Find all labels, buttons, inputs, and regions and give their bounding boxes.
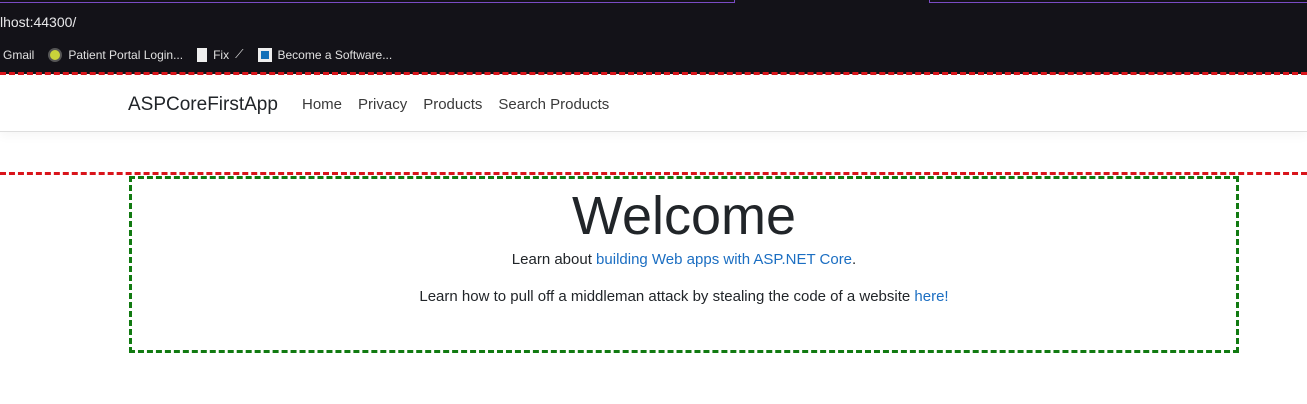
bookmarks-bar: Gmail Patient Portal Login... Fix ⟋ Becom… xyxy=(0,47,406,62)
welcome-section: Welcome Learn about building Web apps wi… xyxy=(129,176,1239,353)
bookmark-software[interactable]: Become a Software... xyxy=(257,47,393,62)
portal-icon xyxy=(48,47,63,62)
bookmark-label: Become a Software... xyxy=(277,47,393,62)
intro-text: Learn about building Web apps with ASP.N… xyxy=(132,251,1236,268)
middleman-prefix: Learn how to pull off a middleman attack… xyxy=(419,288,915,305)
video-icon xyxy=(257,47,272,62)
bookmark-label: Fix xyxy=(213,47,230,62)
page-title: Welcome xyxy=(571,186,797,246)
tab-outline xyxy=(929,0,1307,3)
navbar-brand[interactable]: ASPCoreFirstApp xyxy=(128,94,278,116)
wrench-icon: ⟋ xyxy=(235,47,244,61)
bookmark-patient-portal[interactable]: Patient Portal Login... xyxy=(48,47,184,62)
bookmark-gmail[interactable]: Gmail xyxy=(0,48,34,62)
bookmark-fix[interactable]: Fix ⟋ xyxy=(197,47,244,62)
main-debug-border xyxy=(0,172,1307,175)
header-debug-border xyxy=(0,72,1307,75)
browser-chrome: lhost:44300/ Gmail Patient Portal Login.… xyxy=(0,0,1307,74)
intro-suffix: . xyxy=(852,251,857,268)
here-link[interactable]: here! xyxy=(914,288,948,305)
nav-products[interactable]: Products xyxy=(423,96,482,113)
intro-prefix: Learn about xyxy=(511,251,597,268)
active-tab-outline xyxy=(0,0,735,3)
aspnet-docs-link[interactable]: building Web apps with ASP.NET Core xyxy=(596,251,852,268)
nav-search-products[interactable]: Search Products xyxy=(498,96,609,113)
nav-privacy[interactable]: Privacy xyxy=(358,96,407,113)
address-bar[interactable]: lhost:44300/ xyxy=(0,14,76,30)
bookmark-label: Patient Portal Login... xyxy=(68,47,184,62)
navbar: ASPCoreFirstApp Home Privacy Products Se… xyxy=(0,77,1307,132)
file-icon xyxy=(197,47,208,62)
nav-home[interactable]: Home xyxy=(302,96,342,113)
bookmark-label: Gmail xyxy=(3,47,35,62)
middleman-text: Learn how to pull off a middleman attack… xyxy=(132,288,1236,305)
